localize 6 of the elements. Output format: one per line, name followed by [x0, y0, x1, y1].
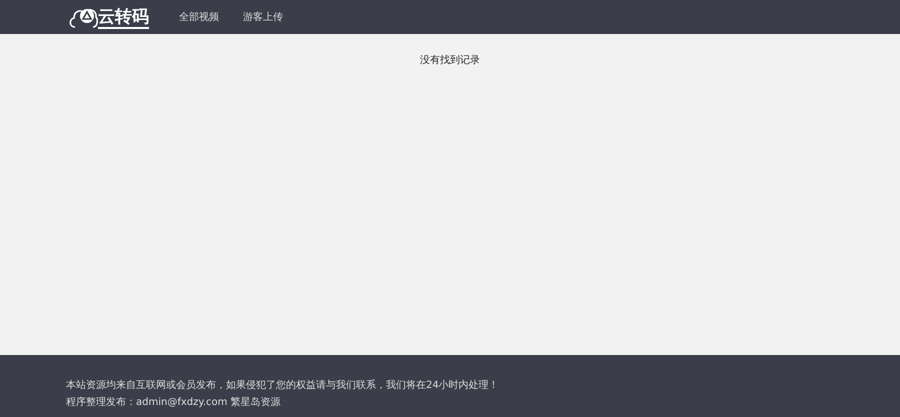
nav-link[interactable]: 游客上传	[243, 10, 283, 24]
nav-link[interactable]: 全部视频	[179, 10, 219, 24]
footer-text: 本站资源均来自互联网或会员发布，如果侵犯了您的权益请与我们联系，我们将在24小时内处理！	[66, 378, 499, 393]
footer-text: 程序整理发布：admin@fxdzy.com 繁星岛资源	[66, 396, 281, 410]
empty-message: 没有找到记录	[420, 55, 480, 66]
logo-text: 云转码	[98, 7, 149, 29]
